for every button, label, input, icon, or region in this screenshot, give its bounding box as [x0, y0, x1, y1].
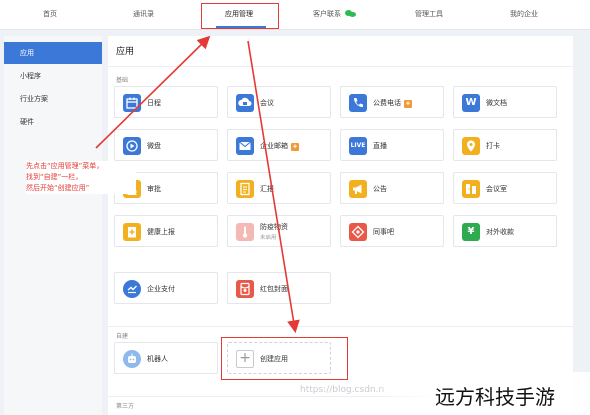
app-label: 同事吧 [373, 228, 394, 236]
nav-my-enterprise[interactable]: 我的企业 [510, 9, 538, 19]
app-label: 会议室 [486, 185, 507, 193]
enterprise-pay-icon [123, 280, 141, 298]
new-badge-icon: ✚ [291, 143, 299, 151]
annotation-line: 然后开始“创建应用” [26, 184, 90, 192]
cloud-camera-icon [236, 94, 254, 112]
app-label: 红包封面 [260, 285, 288, 293]
app-label: 防疫物资 [260, 223, 288, 231]
app-label-text: 企业邮箱 [260, 142, 288, 150]
location-pin-icon [462, 137, 480, 155]
app-card-robot[interactable]: 机器人 [114, 342, 218, 374]
app-card-announcement[interactable]: 公告 [340, 172, 444, 204]
app-card-weidrive[interactable]: 微盘 [114, 129, 218, 161]
annotation-note: 先点击“应用管理”菜单， 找到“自建”一栏， 然后开始“创建应用” [26, 161, 136, 194]
nav-contacts[interactable]: 通讯录 [133, 9, 154, 19]
app-card-external-payment[interactable]: ¥ 对外收款 [453, 215, 557, 247]
top-nav: 首页 通讯录 应用管理 客户联系 管理工具 我的企业 [0, 0, 590, 30]
section-label-basic: 基础 [116, 77, 129, 84]
section-divider [108, 326, 573, 327]
app-label: 直播 [373, 142, 387, 150]
nav-customer-contact[interactable]: 客户联系 [313, 9, 356, 19]
app-card-check-in[interactable]: 打卡 [453, 129, 557, 161]
colleague-icon [349, 223, 367, 241]
sidebar: 应用 小程序 行业方案 硬件 [4, 36, 102, 415]
robot-icon [123, 350, 141, 368]
nav-home[interactable]: 首页 [43, 9, 57, 19]
app-label: 企业邮箱 ✚ [260, 141, 299, 151]
sidebar-item-industry-solutions[interactable]: 行业方案 [4, 88, 102, 110]
red-packet-icon [236, 280, 254, 298]
app-card-schedule[interactable]: 日程 [114, 86, 218, 118]
app-card-meeting-room[interactable]: 会议室 [453, 172, 557, 204]
app-card-red-packet-cover[interactable]: 红包封面 [227, 272, 331, 304]
app-card-meeting[interactable]: 会议 [227, 86, 331, 118]
app-label: 汇报 [260, 185, 274, 193]
app-label: 企业支付 [147, 285, 175, 293]
app-card-enterprise-mail[interactable]: 企业邮箱 ✚ [227, 129, 331, 161]
app-label: 对外收款 [486, 228, 514, 236]
app-label: 会议 [260, 99, 274, 107]
nav-customer-contact-label: 客户联系 [313, 10, 341, 18]
new-badge-icon: ✚ [404, 100, 412, 108]
app-label: 公告 [373, 185, 387, 193]
app-label: 微文档 [486, 99, 507, 107]
report-icon [236, 180, 254, 198]
app-card-colleague-bar[interactable]: 同事吧 [340, 215, 444, 247]
drive-icon [123, 137, 141, 155]
document-w-icon: W [462, 94, 480, 112]
calendar-icon [123, 94, 141, 112]
annotation-line: 先点击“应用管理”菜单， [26, 162, 104, 170]
wechat-icon [345, 10, 356, 17]
annotation-highlight-nav [201, 3, 279, 29]
section-label-custom: 自建 [116, 333, 129, 340]
megaphone-icon [349, 180, 367, 198]
sidebar-item-apps[interactable]: 应用 [4, 42, 102, 64]
app-label: 微盘 [147, 142, 161, 150]
nav-management-tools[interactable]: 管理工具 [415, 9, 443, 19]
meeting-room-icon [462, 180, 480, 198]
annotation-highlight-create [221, 337, 348, 380]
app-card-public-phone[interactable]: 公费电话 ✚ [340, 86, 444, 118]
app-label: 健康上报 [147, 228, 175, 236]
app-card-weidoc[interactable]: W 微文档 [453, 86, 557, 118]
app-label: 日程 [147, 99, 161, 107]
sidebar-item-mini-programs[interactable]: 小程序 [4, 65, 102, 87]
app-label-text: 公费电话 [373, 99, 401, 107]
title-divider [108, 66, 573, 67]
app-label: 打卡 [486, 142, 500, 150]
page-title: 应用 [116, 47, 135, 57]
app-label: 公费电话 ✚ [373, 98, 412, 108]
app-label: 机器人 [147, 355, 168, 363]
health-report-icon [123, 223, 141, 241]
live-icon: LIVE [349, 137, 367, 155]
app-label: 审批 [147, 185, 161, 193]
watermark-brand: 远方科技手游 [373, 372, 590, 415]
payment-yen-icon: ¥ [462, 223, 480, 241]
app-card-live[interactable]: LIVE 直播 [340, 129, 444, 161]
thermometer-icon [236, 223, 254, 241]
section-label-third-party: 第三方 [116, 403, 135, 410]
app-card-report[interactable]: 汇报 [227, 172, 331, 204]
app-status-label: 未启用 [260, 235, 277, 241]
watermark-url: https://blog.csdn.n [300, 385, 385, 395]
app-card-health-report[interactable]: 健康上报 [114, 215, 218, 247]
mail-icon [236, 137, 254, 155]
app-card-epidemic-supplies[interactable]: 防疫物资 未启用 [227, 215, 331, 247]
sidebar-item-hardware[interactable]: 硬件 [4, 111, 102, 133]
app-card-enterprise-pay[interactable]: 企业支付 [114, 272, 218, 304]
annotation-line: 找到“自建”一栏， [26, 173, 83, 181]
phone-icon [349, 94, 367, 112]
